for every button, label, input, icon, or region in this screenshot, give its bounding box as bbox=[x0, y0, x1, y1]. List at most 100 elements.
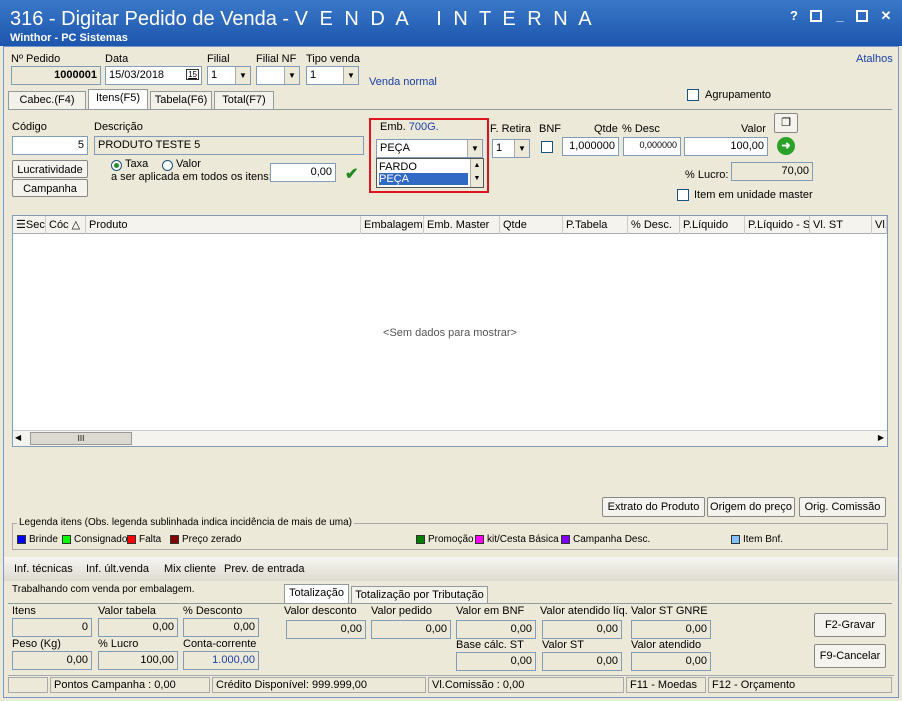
campanha-button[interactable]: Campanha bbox=[12, 179, 88, 197]
desc-field[interactable]: 0,000000 bbox=[623, 137, 681, 156]
venda-normal-label: Venda normal bbox=[369, 76, 437, 88]
filial-select[interactable]: 1 ▼ bbox=[207, 66, 251, 85]
tab-tabela[interactable]: Tabela(F6) bbox=[150, 91, 212, 109]
window-subtitle: Winthor - PC Sistemas bbox=[10, 32, 128, 44]
valordesconto-label: Valor desconto bbox=[284, 605, 357, 617]
gravar-button[interactable]: F2-Gravar bbox=[814, 613, 886, 637]
legend-item: Preço zerado bbox=[170, 534, 241, 545]
tab-cabec[interactable]: Cabec.(F4) bbox=[8, 91, 86, 109]
status-moedas[interactable]: F11 - Moedas bbox=[626, 677, 706, 693]
tab-totalizacao-tributacao[interactable]: Totalização por Tributação bbox=[351, 586, 488, 604]
codigo-label: Código bbox=[12, 121, 47, 133]
dropdown-scrollbar[interactable]: ▲ ▼ bbox=[470, 159, 483, 187]
close-button[interactable]: ✕ bbox=[878, 8, 894, 24]
chevron-down-icon[interactable]: ▼ bbox=[343, 67, 358, 84]
status-orcamento[interactable]: F12 - Orçamento bbox=[708, 677, 892, 693]
col-qtde[interactable]: Qtde bbox=[500, 216, 563, 234]
restore-icon[interactable] bbox=[810, 10, 822, 22]
scroll-left-icon[interactable]: ◀ bbox=[15, 433, 21, 442]
taxa-label: Taxa bbox=[125, 158, 149, 170]
item-master-checkbox[interactable] bbox=[677, 189, 689, 201]
col-ptabela[interactable]: P.Tabela bbox=[563, 216, 628, 234]
chevron-down-icon[interactable]: ▼ bbox=[467, 140, 482, 157]
col-desc[interactable]: % Desc. bbox=[628, 216, 680, 234]
lucro-field: 70,00 bbox=[731, 162, 813, 181]
col-cod[interactable]: Cóc △ bbox=[46, 216, 86, 234]
valortabela-label: Valor tabela bbox=[98, 605, 156, 617]
col-embalagem[interactable]: Embalagem bbox=[361, 216, 424, 234]
aplicada-field[interactable]: 0,00 bbox=[270, 163, 336, 182]
emb-option-fardo[interactable]: FARDO bbox=[379, 161, 468, 173]
link-prev-entrada[interactable]: Prev. de entrada bbox=[224, 563, 305, 575]
cancelar-button[interactable]: F9-Cancelar bbox=[814, 644, 886, 668]
menu-icon: ☰ bbox=[16, 219, 26, 231]
legend-item: Campanha Desc. bbox=[561, 534, 650, 545]
valor-radio[interactable] bbox=[162, 160, 173, 171]
bnf-checkbox[interactable] bbox=[541, 141, 553, 153]
emb-option-peca[interactable]: PEÇA bbox=[379, 173, 468, 185]
plucro-field: 100,00 bbox=[98, 651, 178, 670]
fretira-select[interactable]: 1 ▼ bbox=[492, 139, 530, 158]
valorpedido-field: 0,00 bbox=[371, 620, 451, 639]
col-vl[interactable]: Vl. bbox=[872, 216, 887, 234]
origem-preco-button[interactable]: Origem do preço bbox=[707, 497, 795, 517]
legend-swatch bbox=[731, 534, 740, 544]
chevron-down-icon[interactable]: ▼ bbox=[514, 140, 529, 157]
emb-select[interactable]: PEÇA ▼ bbox=[376, 139, 483, 158]
help-button[interactable]: ? bbox=[786, 8, 802, 24]
chevron-down-icon[interactable]: ▼ bbox=[235, 67, 250, 84]
legend-title: Legenda itens (Obs. legenda sublinhada i… bbox=[17, 517, 354, 528]
codigo-field[interactable]: 5 bbox=[12, 136, 88, 155]
sort-asc-icon: △ bbox=[71, 219, 81, 231]
qtde-label: Qtde bbox=[594, 123, 618, 135]
tab-total[interactable]: Total(F7) bbox=[214, 91, 274, 109]
agrupamento-checkbox[interactable] bbox=[687, 89, 699, 101]
scroll-right-icon[interactable]: ▶ bbox=[878, 433, 884, 442]
basest-field: 0,00 bbox=[456, 652, 536, 671]
status-credito: Crédito Disponível: 999.999,00 bbox=[212, 677, 426, 693]
col-sec[interactable]: ☰Sec bbox=[13, 216, 46, 234]
col-vlst[interactable]: Vl. ST bbox=[810, 216, 872, 234]
legend-swatch bbox=[416, 534, 425, 544]
atalhos-link[interactable]: Atalhos bbox=[856, 53, 893, 65]
window-title: 316 - Digitar Pedido de Venda - V E N D … bbox=[10, 8, 595, 30]
link-mix-cliente[interactable]: Mix cliente bbox=[164, 563, 216, 575]
tipovenda-select[interactable]: 1 ▼ bbox=[306, 66, 359, 85]
valor-field[interactable]: 100,00 bbox=[684, 137, 768, 156]
extrato-produto-button[interactable]: Extrato do Produto bbox=[602, 497, 705, 517]
filial-label: Filial bbox=[207, 53, 230, 65]
data-field[interactable]: 15/03/2018 15 bbox=[105, 66, 202, 85]
col-produto[interactable]: Produto bbox=[86, 216, 361, 234]
go-arrow-icon[interactable]: ➜ bbox=[777, 137, 795, 155]
maximize-icon[interactable] bbox=[856, 10, 868, 22]
scroll-thumb[interactable]: III bbox=[30, 432, 132, 445]
tab-itens[interactable]: Itens(F5) bbox=[88, 89, 148, 109]
items-grid: ☰Sec Cóc △ Produto Embalagem Emb. Master… bbox=[12, 215, 888, 447]
bottom-divider bbox=[8, 603, 892, 604]
lucratividade-button[interactable]: Lucratividade bbox=[12, 160, 88, 178]
orig-comissao-button[interactable]: Orig. Comissão bbox=[799, 497, 886, 517]
confirm-check-icon[interactable]: ✔ bbox=[345, 164, 358, 184]
filialnf-select[interactable]: ▼ bbox=[256, 66, 300, 85]
calendar-icon[interactable]: 15 bbox=[186, 69, 199, 80]
links-bar: Inf. técnicas Inf. últ.venda Mix cliente… bbox=[4, 557, 898, 581]
taxa-radio[interactable] bbox=[111, 160, 122, 171]
grid-hscrollbar[interactable]: ◀ III ▶ bbox=[13, 430, 887, 446]
minimize-button[interactable]: _ bbox=[832, 8, 848, 24]
item-master-label: Item em unidade master bbox=[694, 189, 813, 201]
link-inf-tecnicas[interactable]: Inf. técnicas bbox=[14, 563, 73, 575]
chevron-down-icon[interactable]: ▼ bbox=[284, 67, 299, 84]
grid-header: ☰Sec Cóc △ Produto Embalagem Emb. Master… bbox=[13, 216, 887, 234]
filialnf-label: Filial NF bbox=[256, 53, 297, 65]
qtde-field[interactable]: 1,000000 bbox=[562, 137, 619, 156]
tab-totalizacao[interactable]: Totalização bbox=[284, 584, 349, 604]
link-inf-ult-venda[interactable]: Inf. últ.venda bbox=[86, 563, 149, 575]
legend-items: Brinde Consignado Falta Preço zerado Pro… bbox=[13, 534, 887, 546]
legend-item: Consignado bbox=[62, 534, 127, 545]
col-pliquido[interactable]: P.Líquido bbox=[680, 216, 745, 234]
emb-label: Emb. 700G. bbox=[380, 121, 439, 133]
copy-icon[interactable]: ❐ bbox=[774, 113, 798, 133]
col-emb-master[interactable]: Emb. Master bbox=[424, 216, 500, 234]
col-pliquido-s[interactable]: P.Líquido - S bbox=[745, 216, 810, 234]
valorstgnre-label: Valor ST GNRE bbox=[631, 605, 708, 617]
